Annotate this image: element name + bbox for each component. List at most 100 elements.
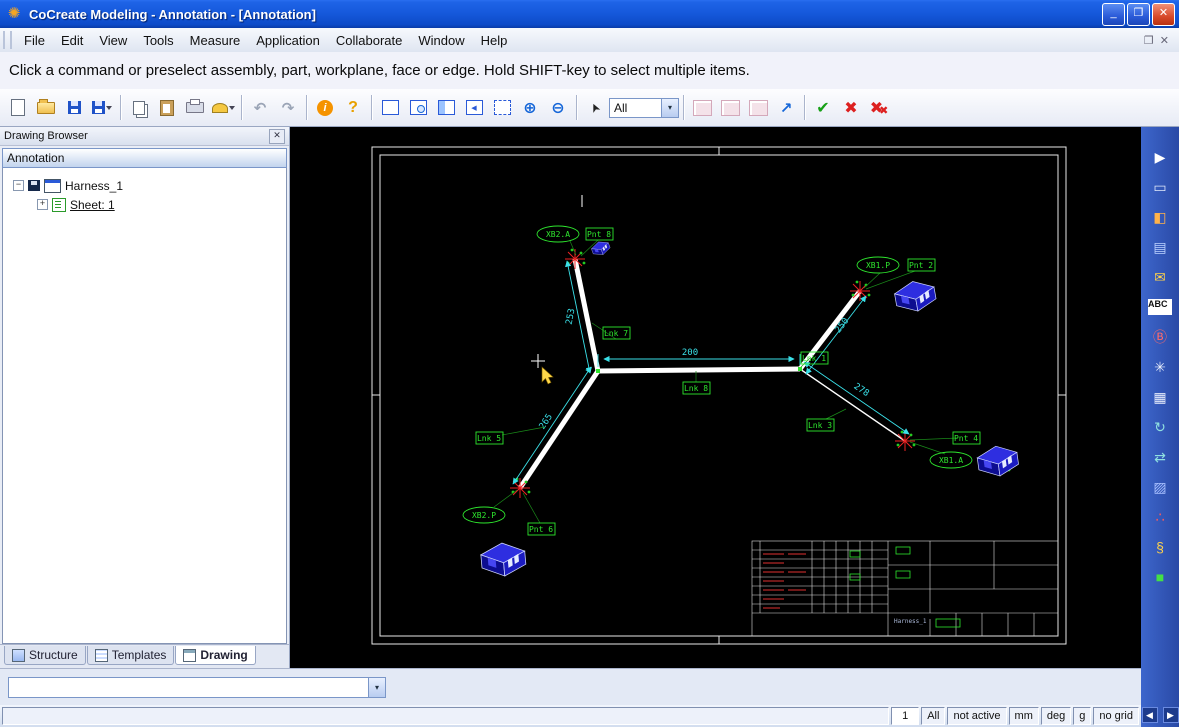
- symbol-tool-button[interactable]: Ⓑ: [1147, 325, 1173, 349]
- tree-root-label[interactable]: Harness_1: [65, 179, 123, 193]
- toolbar-separator: [306, 95, 307, 120]
- status-select-scope[interactable]: All: [921, 707, 946, 725]
- sheet-tool-button[interactable]: ▤: [1147, 235, 1173, 259]
- label-pnt6[interactable]: Pnt 6: [527, 522, 556, 536]
- previous-view-button[interactable]: ◀: [461, 95, 487, 121]
- table-tool-button[interactable]: ▦: [1147, 385, 1173, 409]
- fastener-tool-button[interactable]: ∴: [1147, 505, 1173, 529]
- junction-node[interactable]: [798, 367, 802, 371]
- transform-button[interactable]: ↗: [773, 95, 799, 121]
- status-viewport-number[interactable]: 1: [891, 707, 920, 725]
- label-pnt8[interactable]: Pnt 8: [585, 227, 614, 241]
- transform-arrow-icon: ↗: [779, 99, 793, 117]
- title-bar[interactable]: ✺ CoCreate Modeling - Annotation - [Anno…: [0, 0, 1179, 28]
- menu-edit[interactable]: Edit: [53, 30, 91, 51]
- viewport-tool-button[interactable]: ◧: [1147, 205, 1173, 229]
- label-pnt4[interactable]: Pnt 4: [952, 431, 981, 445]
- save-options-button[interactable]: [89, 95, 115, 121]
- label-lnk3[interactable]: Lnk 3: [806, 418, 835, 432]
- menu-window[interactable]: Window: [410, 30, 472, 51]
- copy-button[interactable]: [126, 95, 152, 121]
- redo-button[interactable]: ↷: [275, 95, 301, 121]
- info-button[interactable]: i: [312, 95, 338, 121]
- structure-tab-icon: [12, 648, 25, 662]
- tab-drawing[interactable]: Drawing: [175, 646, 256, 665]
- menu-file[interactable]: File: [16, 30, 53, 51]
- command-combobox-dropdown[interactable]: ▾: [368, 677, 385, 697]
- update-tool-button[interactable]: ↻: [1147, 415, 1173, 439]
- minimize-button[interactable]: _: [1102, 2, 1125, 26]
- menu-view[interactable]: View: [91, 30, 135, 51]
- confirm-button[interactable]: ✔: [810, 95, 836, 121]
- menu-collaborate[interactable]: Collaborate: [328, 30, 411, 51]
- browser-header[interactable]: Annotation: [2, 148, 287, 168]
- label-pnt2[interactable]: Pnt 2: [907, 258, 936, 272]
- float-pane-icon[interactable]: ❐: [1144, 34, 1154, 47]
- drawing-canvas[interactable]: 200 253 250 278 265 XB2.A XB1.P XB2.P XB…: [290, 127, 1141, 668]
- copy-icon: [133, 100, 145, 115]
- tree-row-sheet[interactable]: + Sheet: 1: [3, 195, 286, 214]
- status-units-angle[interactable]: deg: [1040, 707, 1072, 725]
- new-viewport-button[interactable]: [377, 95, 403, 121]
- viewport[interactable]: 200 253 250 278 265 XB2.A XB1.P XB2.P XB…: [290, 127, 1141, 668]
- open-button[interactable]: [33, 95, 59, 121]
- split-viewport-button[interactable]: [433, 95, 459, 121]
- tree-sheet-label[interactable]: Sheet: 1: [70, 198, 115, 212]
- cancel-button[interactable]: ✖: [838, 95, 864, 121]
- tree-row-harness[interactable]: − Harness_1: [3, 176, 286, 195]
- maximize-button[interactable]: ❐: [1127, 2, 1150, 26]
- zoom-out-button[interactable]: ⊖: [545, 95, 571, 121]
- new-file-icon: [11, 99, 25, 116]
- label-lnk5[interactable]: Lnk 5: [475, 431, 504, 445]
- next-toolbar-button[interactable]: ▶: [1162, 707, 1179, 723]
- prev-toolbar-button[interactable]: ◀: [1141, 707, 1158, 723]
- help-button[interactable]: ?: [340, 95, 366, 121]
- text-tool-button[interactable]: ABC: [1147, 295, 1173, 319]
- mail-tool-button[interactable]: ✉: [1147, 265, 1173, 289]
- command-combobox[interactable]: ▾: [8, 676, 386, 698]
- collapse-toggle[interactable]: −: [13, 180, 24, 191]
- menu-help[interactable]: Help: [473, 30, 516, 51]
- status-units-length[interactable]: mm: [1008, 707, 1039, 725]
- grid-tool-button[interactable]: ■: [1147, 565, 1173, 589]
- datum-tool-button[interactable]: ✳: [1147, 355, 1173, 379]
- select-button[interactable]: ➤: [582, 95, 608, 121]
- label-lnk8[interactable]: Lnk 8: [682, 381, 711, 395]
- paste-button[interactable]: [154, 95, 180, 121]
- tab-structure[interactable]: Structure: [4, 646, 86, 665]
- undo-button[interactable]: ↶: [247, 95, 273, 121]
- browser-close-button[interactable]: ✕: [269, 128, 285, 144]
- cancel-all-button[interactable]: ✖ ✖: [866, 95, 892, 121]
- close-button[interactable]: ✕: [1152, 2, 1175, 26]
- menu-grip[interactable]: [3, 31, 12, 49]
- tab-templates[interactable]: Templates: [86, 646, 175, 665]
- menu-application[interactable]: Application: [248, 30, 328, 51]
- label-lnk7[interactable]: Lnk 7: [602, 326, 631, 340]
- toolbar-separator: [576, 95, 577, 120]
- status-grid-toggle[interactable]: no grid: [1093, 707, 1139, 725]
- dropdown-button[interactable]: ▾: [661, 98, 678, 117]
- junction-node[interactable]: [596, 369, 600, 373]
- hatch-tool-button[interactable]: ▨: [1147, 475, 1173, 499]
- zoom-viewport-button[interactable]: [405, 95, 431, 121]
- play-button[interactable]: ▶: [1147, 145, 1173, 169]
- measure-button[interactable]: [210, 95, 236, 121]
- browser-header-label: Annotation: [7, 151, 65, 165]
- menu-tools[interactable]: Tools: [135, 30, 181, 51]
- browser-titlebar[interactable]: Drawing Browser ✕: [0, 127, 289, 146]
- zoom-in-button[interactable]: ⊕: [517, 95, 543, 121]
- screen-button[interactable]: ▭: [1147, 175, 1173, 199]
- status-units-mass[interactable]: g: [1073, 707, 1092, 725]
- expand-toggle[interactable]: +: [37, 199, 48, 210]
- label-lnk1[interactable]: Lnk 1: [800, 351, 829, 365]
- close-pane-icon[interactable]: ✕: [1160, 34, 1169, 47]
- key-tool-button[interactable]: §: [1147, 535, 1173, 559]
- select-scope-dropdown[interactable]: All ▾: [609, 97, 679, 118]
- viewport-options-button[interactable]: [489, 95, 515, 121]
- swap-tool-button[interactable]: ⇄: [1147, 445, 1173, 469]
- status-active-state[interactable]: not active: [947, 707, 1007, 725]
- new-file-button[interactable]: [5, 95, 31, 121]
- print-button[interactable]: [182, 95, 208, 121]
- save-button[interactable]: [61, 95, 87, 121]
- menu-measure[interactable]: Measure: [182, 30, 249, 51]
